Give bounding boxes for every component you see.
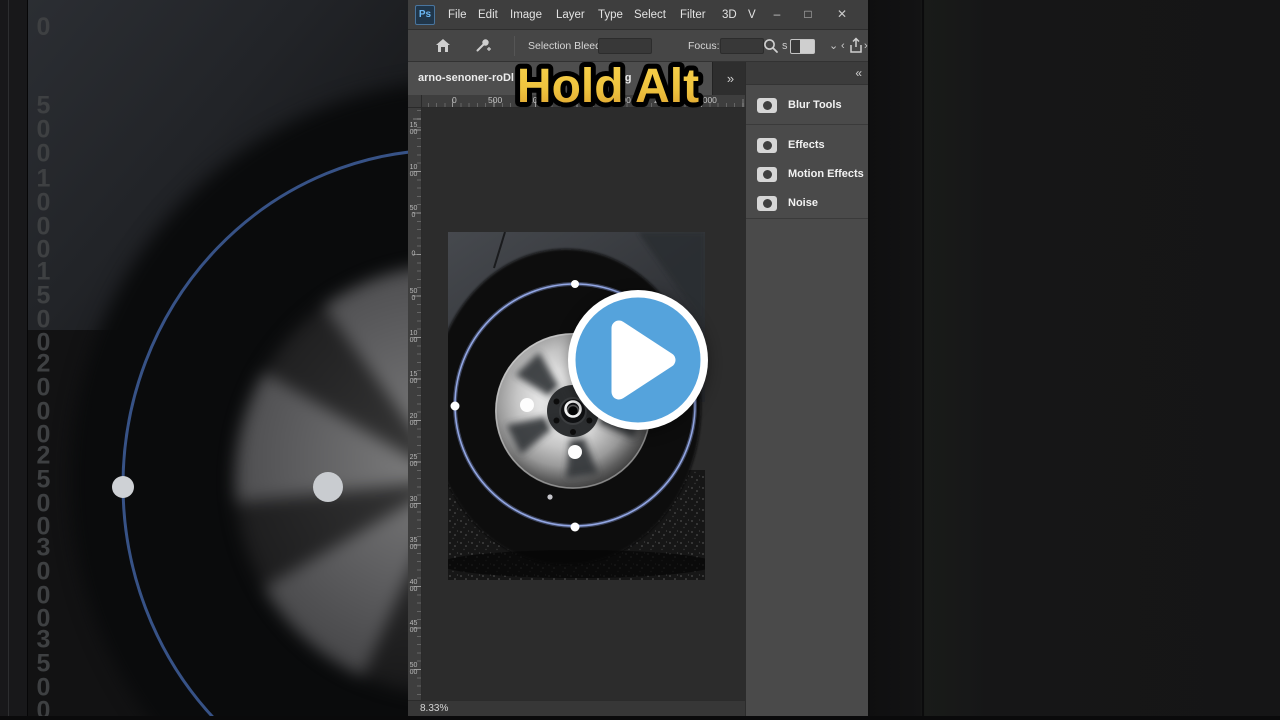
- background-video-left: 0 500 1000 1500 2000 2500 3000 3500: [0, 0, 408, 720]
- hold-alt-caption: Hold Alt: [512, 55, 704, 118]
- ruler-label: 0: [452, 95, 457, 105]
- panel-section-icon: [757, 195, 777, 211]
- clipped-label-s: s: [782, 40, 788, 52]
- video-play-button[interactable]: [563, 285, 713, 435]
- ruler-label: 1500: [409, 121, 418, 136]
- panel-section-icon: [757, 166, 777, 182]
- bg-ruler-label: 3500: [36, 625, 51, 720]
- panel-section-icon: [757, 137, 777, 153]
- angle-left-glyph: ‹: [841, 40, 845, 52]
- status-bar: 8.33%: [408, 700, 745, 716]
- ruler-label: 0: [411, 250, 416, 258]
- ruler-label: 4500: [409, 619, 418, 634]
- blur-gallery-panel: « Blur Tools Effects Motion Effects Nois…: [745, 62, 868, 716]
- ruler-label: 3500: [409, 536, 418, 551]
- blur-roundness-knob[interactable]: [547, 494, 553, 500]
- search-icon[interactable]: [763, 38, 779, 54]
- photoshop-logo-icon: Ps: [415, 5, 435, 25]
- menu-filter[interactable]: Filter: [680, 0, 706, 30]
- blur-feather-dot-bottom[interactable]: [568, 445, 582, 459]
- panel-section-blur-tools[interactable]: Blur Tools: [746, 90, 868, 120]
- ruler-label: 500: [409, 287, 418, 302]
- ruler-label: 4000: [409, 578, 418, 593]
- panel-divider: [746, 218, 868, 219]
- ruler-label: 1000: [409, 329, 418, 344]
- maximize-button[interactable]: □: [799, 0, 817, 30]
- panel-section-label: Motion Effects: [788, 168, 864, 180]
- menu-3d[interactable]: 3D: [722, 0, 737, 30]
- panel-collapse-chevrons[interactable]: «: [855, 62, 862, 85]
- title-bar: Ps File Edit Image Layer Type Select Fil…: [408, 0, 868, 30]
- close-button[interactable]: ✕: [833, 0, 851, 30]
- panel-section-effects[interactable]: Effects: [746, 130, 868, 160]
- panel-section-noise[interactable]: Noise: [746, 188, 868, 218]
- ruler-label: 1500: [409, 370, 418, 385]
- blur-handle-left[interactable]: [450, 401, 460, 411]
- background-bottom-strip: [0, 716, 1280, 720]
- background-giant-ruler-line: [8, 0, 9, 720]
- bg-ruler-label: 2500: [36, 441, 51, 541]
- panel-header: «: [746, 62, 868, 85]
- bg-ruler-label: 1500: [36, 257, 51, 357]
- bg-ruler-label: 0: [36, 13, 51, 42]
- left-ruler: 1500 1000 500 0 500 1000 1500 2000 2500 …: [408, 108, 422, 700]
- background-giant-feather-dot: [313, 472, 343, 502]
- menu-view-clipped[interactable]: V: [748, 0, 756, 30]
- bg-ruler-label: 3000: [36, 533, 51, 633]
- background-giant-ruler: [0, 0, 28, 720]
- menu-image[interactable]: Image: [510, 0, 542, 30]
- screenshot-stage: 0 500 1000 1500 2000 2500 3000 3500 Ps F…: [0, 0, 1280, 720]
- chevron-down-icon[interactable]: ⌄: [829, 30, 838, 62]
- ruler-label: 1000: [409, 163, 418, 178]
- hold-alt-text: Hold Alt: [517, 60, 699, 113]
- ruler-label: 2500: [409, 453, 418, 468]
- panel-section-icon: [757, 97, 777, 113]
- menu-file[interactable]: File: [448, 0, 467, 30]
- preview-toggle-icon[interactable]: [790, 39, 815, 54]
- background-right-line: [922, 0, 924, 720]
- menu-edit[interactable]: Edit: [478, 0, 498, 30]
- menu-layer[interactable]: Layer: [556, 0, 585, 30]
- background-video-right: [870, 0, 1280, 720]
- menu-select[interactable]: Select: [634, 0, 666, 30]
- ruler-label: 2000: [409, 412, 418, 427]
- panel-section-motion-effects[interactable]: Motion Effects: [746, 159, 868, 189]
- panel-divider: [746, 124, 868, 125]
- panel-section-label: Noise: [788, 197, 818, 209]
- share-export-icon[interactable]: [848, 37, 864, 55]
- background-giant-blur-ellipse: [112, 150, 408, 720]
- angle-right-glyph: ›: [864, 40, 868, 52]
- bg-ruler-label: 500: [36, 91, 51, 167]
- bg-ruler-label: 1000: [36, 164, 51, 264]
- blur-handle-bottom[interactable]: [570, 522, 580, 532]
- background-giant-handle-dot: [112, 476, 134, 498]
- ruler-label: 5000: [409, 661, 418, 676]
- ruler-corner: [408, 95, 422, 108]
- ruler-label: 3000: [409, 495, 418, 510]
- menu-type[interactable]: Type: [598, 0, 623, 30]
- zoom-level: 8.33%: [420, 703, 449, 714]
- panel-section-label: Effects: [788, 139, 825, 151]
- blur-feather-dot-left[interactable]: [520, 398, 534, 412]
- home-icon[interactable]: [434, 37, 452, 55]
- minimize-button[interactable]: –: [768, 0, 786, 30]
- bg-ruler-label: 2000: [36, 349, 51, 449]
- panel-section-label: Blur Tools: [788, 99, 842, 111]
- ruler-label: 500: [409, 204, 418, 219]
